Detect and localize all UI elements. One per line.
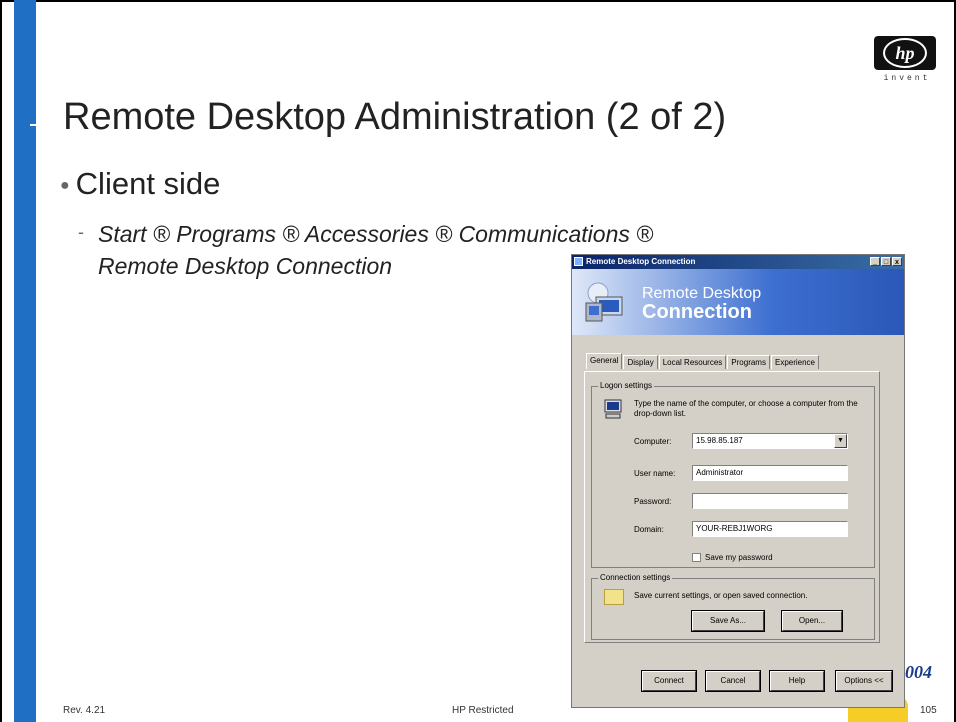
footer-page-number: 105 [920, 705, 937, 716]
tab-experience[interactable]: Experience [770, 355, 820, 369]
minimize-button[interactable]: _ [870, 257, 880, 266]
slide-border-top [0, 0, 956, 2]
computer-icon [604, 399, 622, 419]
tab-panel-general: Logon settings Type the name of the comp… [584, 371, 880, 643]
accent-bar [14, 0, 36, 722]
hp-logo-mark: hp [883, 38, 927, 68]
logon-settings-group: Logon settings Type the name of the comp… [591, 381, 875, 568]
computer-value: 15.98.85.187 [696, 436, 743, 445]
folder-icon [604, 589, 624, 605]
close-button[interactable]: x [892, 257, 902, 266]
bullet-text: Client side [75, 166, 221, 201]
window-controls: _ □ x [870, 257, 902, 266]
banner-line2: Connection [642, 301, 752, 323]
password-field[interactable] [692, 493, 848, 509]
dialog-tabs: General Display Local Resources Programs… [586, 353, 820, 369]
tab-display[interactable]: Display [623, 355, 658, 369]
slide-border-left [0, 0, 2, 722]
remote-desktop-dialog: Remote Desktop Connection _ □ x Remote D… [571, 254, 905, 708]
connect-button[interactable]: Connect [641, 670, 697, 692]
dialog-title: Remote Desktop Connection [586, 257, 696, 266]
cancel-button[interactable]: Cancel [705, 670, 761, 692]
dialog-titlebar: Remote Desktop Connection _ □ x [572, 255, 904, 269]
remote-desktop-icon [585, 282, 623, 322]
open-button[interactable]: Open... [781, 610, 843, 632]
chevron-down-icon[interactable]: ▼ [834, 434, 847, 448]
logon-settings-legend: Logon settings [598, 381, 655, 390]
hp-logo: hp invent [874, 36, 940, 90]
app-icon [574, 257, 583, 266]
computer-label: Computer: [634, 437, 672, 446]
username-label: User name: [634, 469, 676, 478]
domain-field[interactable]: YOUR-REBJ1WORG [692, 521, 848, 537]
slide: hp invent Remote Desktop Administration … [0, 0, 956, 722]
save-password-checkbox[interactable]: Save my password [692, 553, 773, 562]
footer-classification: HP Restricted [452, 705, 514, 716]
hp-logo-box: hp [874, 36, 936, 70]
save-password-label: Save my password [705, 553, 773, 562]
footer-revision: Rev. 4.21 [63, 705, 106, 716]
tab-local-resources[interactable]: Local Resources [658, 355, 727, 369]
password-label: Password: [634, 497, 672, 506]
bullet-item: ● Client side [60, 166, 220, 202]
save-as-button[interactable]: Save As... [691, 610, 765, 632]
menu-path-line1: Start ® Programs ® Accessories ® Communi… [98, 221, 654, 247]
slide-title: Remote Desktop Administration (2 of 2) [63, 96, 727, 138]
connection-settings-group: Connection settings Save current setting… [591, 573, 875, 640]
dash-icon: - [78, 222, 84, 242]
bullet-dot-icon: ● [60, 176, 70, 194]
domain-label: Domain: [634, 525, 664, 534]
tab-programs[interactable]: Programs [727, 355, 770, 369]
checkbox-box[interactable] [692, 553, 701, 562]
connection-text: Save current settings, or open saved con… [634, 591, 808, 600]
username-field[interactable]: Administrator [692, 465, 848, 481]
accent-bar-notch [30, 124, 36, 126]
help-button[interactable]: Help [769, 670, 825, 692]
connection-settings-legend: Connection settings [598, 573, 673, 582]
hp-logo-tagline: invent [883, 74, 931, 83]
logon-hint-text: Type the name of the computer, or choose… [634, 399, 858, 418]
tab-general[interactable]: General [586, 353, 623, 369]
dialog-banner: Remote Desktop Connection [572, 269, 904, 335]
computer-combo[interactable]: 15.98.85.187 ▼ [692, 433, 848, 449]
maximize-button[interactable]: □ [881, 257, 891, 266]
options-button[interactable]: Options << [835, 670, 893, 692]
